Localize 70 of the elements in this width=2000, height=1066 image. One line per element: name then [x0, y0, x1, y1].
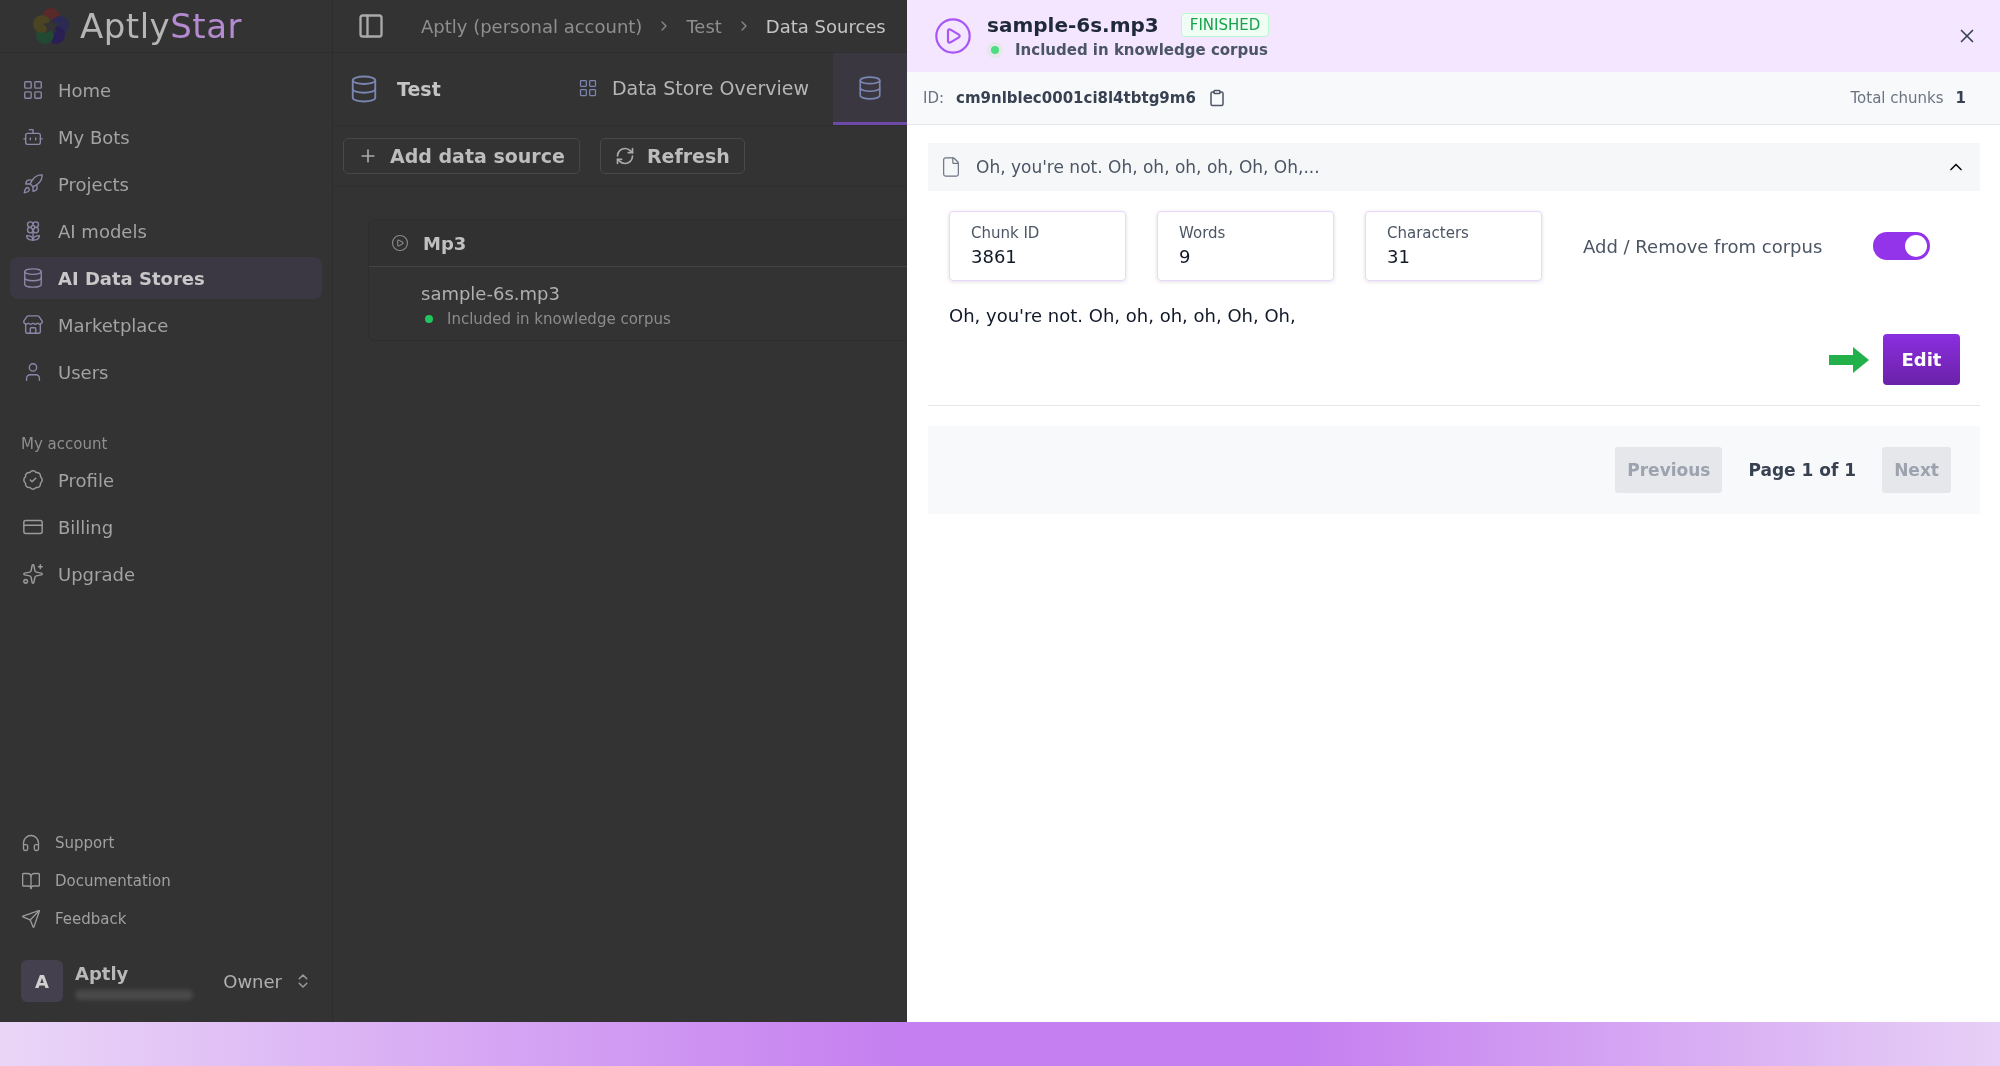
sidebar-toggle-icon[interactable]: [357, 12, 385, 40]
status-text: Included in knowledge corpus: [1015, 41, 1268, 59]
toolbar-button[interactable]: Add data source: [343, 138, 580, 174]
nav-icon: [22, 314, 44, 336]
database-icon: [857, 74, 883, 101]
footer-link[interactable]: Feedback: [0, 900, 332, 938]
nav-item[interactable]: AI Data Stores: [10, 257, 322, 299]
nav-icon: [22, 563, 44, 585]
corpus-toggle[interactable]: [1873, 232, 1931, 260]
avatar: A: [21, 960, 63, 1002]
link-icon: [21, 909, 41, 929]
link-icon: [21, 833, 41, 853]
stat-label: Chunk ID: [971, 224, 1041, 242]
chunk-preview: Oh, you're not. Oh, oh, oh, oh, Oh, Oh,...: [976, 157, 1320, 177]
section-heading: My account: [21, 435, 109, 453]
nav-item[interactable]: Marketplace: [10, 304, 322, 346]
footer-link[interactable]: Documentation: [0, 862, 332, 900]
nav-icon: [22, 173, 44, 195]
nav-icon: [22, 79, 44, 101]
file-icon: [940, 156, 962, 178]
user-name: Aptly: [75, 962, 129, 984]
nav-item[interactable]: Profile: [10, 459, 322, 501]
breadcrumb[interactable]: Test: [686, 15, 722, 37]
arrow-icon: [1829, 346, 1869, 373]
logo-icon: [32, 7, 70, 45]
nav-icon: [22, 267, 44, 289]
play-icon: [391, 234, 409, 252]
logo-text: AptlyStar: [80, 9, 242, 43]
tab[interactable]: Data Store Overview: [553, 53, 833, 125]
nav-item[interactable]: Home: [10, 69, 322, 111]
panel-title: sample-6s.mp3: [987, 13, 1159, 37]
total-label: Total chunks: [1850, 89, 1944, 107]
copy-icon[interactable]: [1207, 89, 1226, 107]
user-role: Owner: [223, 970, 282, 992]
nav-icon: [22, 469, 44, 491]
status-dot: [991, 46, 999, 54]
store-title: Test: [397, 78, 441, 100]
page-indicator: Page 1 of 1: [1748, 460, 1857, 480]
total-value: 1: [1955, 89, 1966, 107]
nav-item[interactable]: Upgrade: [10, 553, 322, 595]
file-name[interactable]: sample-6s.mp3: [421, 283, 907, 304]
file-status: Included in knowledge corpus: [447, 310, 671, 328]
breadcrumb[interactable]: Aptly (personal account): [421, 15, 643, 37]
stat-value: 3861: [971, 246, 1018, 267]
nav-item[interactable]: Users: [10, 351, 322, 393]
stat-value: 9: [1179, 246, 1192, 267]
chunk-header[interactable]: Oh, you're not. Oh, oh, oh, oh, Oh, Oh,...: [928, 143, 1980, 191]
refresh-icon: [614, 146, 635, 166]
edit-button[interactable]: Edit: [1883, 334, 1960, 385]
chunk-text: Oh, you're not. Oh, oh, oh, oh, Oh, Oh,: [949, 305, 1297, 326]
status-badge: FINISHED: [1180, 13, 1270, 37]
nav-item[interactable]: Projects: [10, 163, 322, 205]
nav-item[interactable]: AI models: [10, 210, 322, 252]
breadcrumb[interactable]: Data Sources: [765, 15, 886, 37]
database-icon: [349, 74, 379, 104]
stat-value: 31: [1387, 246, 1411, 267]
nav-icon: [22, 126, 44, 148]
toolbar-button[interactable]: Refresh: [599, 138, 745, 174]
footer-link[interactable]: Support: [0, 824, 332, 862]
stat-label: Characters: [1387, 224, 1470, 242]
nav-item[interactable]: My Bots: [10, 116, 322, 158]
toggle-label: Add / Remove from corpus: [1583, 235, 1823, 257]
id-value: cm9nlblec0001ci8l4tbtg9m6: [956, 89, 1196, 107]
tab[interactable]: [833, 53, 907, 125]
grid-icon: [577, 77, 598, 98]
nav-item[interactable]: Billing: [10, 506, 322, 548]
id-label: ID:: [923, 89, 945, 107]
play-icon[interactable]: [933, 16, 973, 56]
stat-label: Words: [1179, 224, 1227, 242]
link-icon: [21, 871, 41, 891]
